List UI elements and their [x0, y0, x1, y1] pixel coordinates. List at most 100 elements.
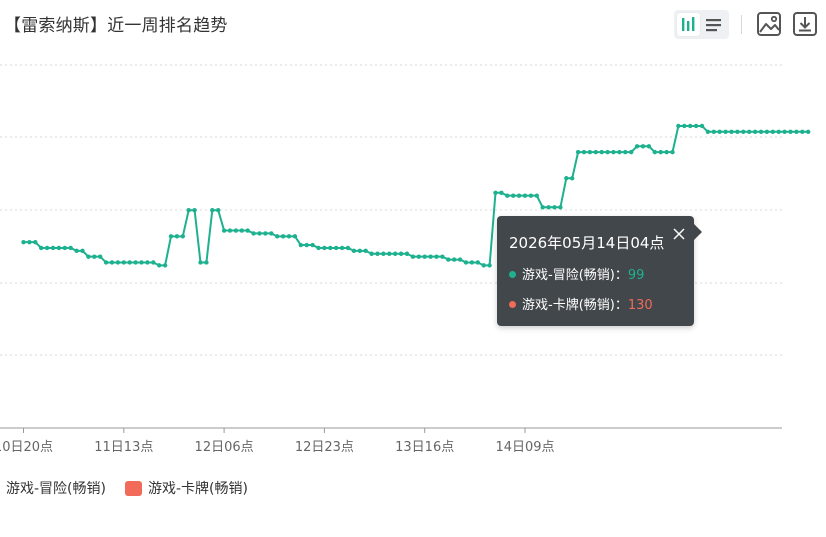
x-tick-label: 14日09点 — [495, 440, 554, 455]
series-point-0 — [640, 144, 646, 149]
series-point-0 — [198, 260, 203, 265]
series-point-0 — [623, 149, 628, 155]
tooltip-row-label: 游戏-卡牌(畅销)： — [522, 298, 628, 313]
series-point-0 — [481, 263, 486, 268]
legend-label: 游戏-卡牌(畅销) — [148, 481, 248, 497]
series-point-0 — [245, 228, 250, 233]
series-point-0 — [422, 254, 427, 259]
series-point-0 — [292, 234, 298, 239]
series-point-0 — [204, 260, 209, 265]
rank-trend-chart: 10日20点 11日13点 12日06点 12日23点 13日16点 14日09点 — [0, 64, 811, 455]
series-point-0 — [540, 205, 545, 210]
series-point-0 — [192, 208, 197, 213]
series-point-0 — [322, 245, 327, 251]
series-point-0 — [475, 260, 480, 265]
series-point-0 — [699, 123, 705, 129]
series-point-0 — [50, 245, 56, 251]
tooltip-row-adventure: 游戏-冒险(畅销)：99 — [509, 264, 644, 283]
series-point-0 — [735, 129, 740, 134]
series-point-0 — [605, 149, 610, 155]
series-point-0 — [98, 254, 103, 259]
series-point-0 — [393, 251, 398, 256]
data-tooltip: 2026年05月14日04点 游戏-冒险(畅销)：99 游戏-卡牌(畅销)：13… — [497, 216, 702, 326]
series-point-0 — [499, 190, 504, 195]
series-point-0 — [428, 254, 433, 259]
series-point-0 — [404, 251, 410, 256]
tooltip-row-value: 99 — [627, 268, 645, 283]
series-point-0 — [463, 260, 469, 265]
x-tick-label: 12日06点 — [195, 440, 254, 455]
series-point-0 — [375, 251, 380, 256]
series-point-0 — [304, 242, 309, 248]
series-point-0 — [440, 254, 445, 259]
series-point-0 — [505, 193, 510, 198]
series-point-0 — [534, 193, 539, 198]
series-point-0 — [127, 260, 132, 265]
series-point-0 — [74, 248, 79, 254]
series-point-0 — [216, 208, 221, 213]
series-point-0 — [180, 234, 185, 239]
series-dot — [509, 271, 516, 278]
x-tick-label: 13日16点 — [395, 440, 454, 455]
legend-label: 游戏-冒险(畅销) — [6, 481, 106, 497]
series-point-0 — [629, 149, 634, 155]
series-point-0 — [587, 149, 593, 155]
tooltip-row-label: 游戏-冒险(畅销)： — [522, 268, 628, 283]
series-point-0 — [133, 260, 138, 265]
series-point-0 — [174, 234, 180, 239]
series-point-0 — [62, 245, 67, 251]
series-point-0 — [251, 231, 256, 236]
series-point-0 — [139, 260, 144, 265]
series-point-0 — [92, 254, 97, 259]
series-point-0 — [723, 129, 728, 134]
series-point-0 — [676, 123, 681, 129]
series-point-0 — [711, 129, 716, 134]
series-point-0 — [68, 245, 73, 251]
series-point-0 — [794, 129, 799, 134]
series-point-0 — [752, 129, 758, 134]
series-point-0 — [717, 129, 722, 134]
series-point-0 — [387, 251, 392, 256]
series-point-0 — [693, 123, 699, 129]
series-point-0 — [233, 228, 239, 233]
series-point-0 — [782, 129, 787, 134]
series-point-0 — [280, 234, 286, 239]
series-point-0 — [275, 234, 280, 239]
series-point-0 — [328, 245, 333, 251]
series-point-0 — [758, 129, 764, 134]
tooltip-arrow — [694, 224, 702, 240]
series-point-0 — [257, 231, 262, 236]
close-icon[interactable] — [672, 227, 686, 241]
series-point-0 — [575, 149, 581, 155]
series-point-0 — [652, 149, 657, 155]
series-point-0 — [516, 193, 522, 198]
legend-item-adventure[interactable]: 游戏-冒险(畅销) — [6, 478, 106, 498]
series-point-0 — [558, 205, 563, 210]
series-point-0 — [741, 129, 746, 134]
series-point-0 — [646, 144, 652, 149]
series-point-0 — [670, 149, 675, 155]
series-point-0 — [186, 208, 191, 213]
series-point-0 — [310, 242, 315, 248]
series-point-0 — [263, 231, 268, 236]
series-point-0 — [398, 251, 404, 256]
series-point-0 — [363, 248, 368, 254]
series-point-0 — [806, 129, 811, 134]
series-point-0 — [416, 254, 421, 259]
series-point-0 — [469, 260, 475, 265]
series-point-0 — [56, 245, 62, 251]
series-point-0 — [286, 234, 292, 239]
series-point-0 — [457, 257, 463, 262]
series-point-0 — [121, 260, 127, 265]
series-point-0 — [770, 129, 775, 134]
series-point-0 — [162, 263, 168, 268]
series-point-0 — [729, 129, 734, 134]
series-point-0 — [151, 260, 156, 265]
series-point-0 — [227, 228, 233, 233]
series-point-0 — [210, 208, 215, 213]
series-point-0 — [221, 228, 227, 233]
x-tick-label: 11日13点 — [94, 440, 153, 455]
series-point-0 — [599, 149, 604, 155]
series-point-0 — [316, 245, 321, 251]
tooltip-row-card: 游戏-卡牌(畅销)：130 — [509, 294, 653, 313]
